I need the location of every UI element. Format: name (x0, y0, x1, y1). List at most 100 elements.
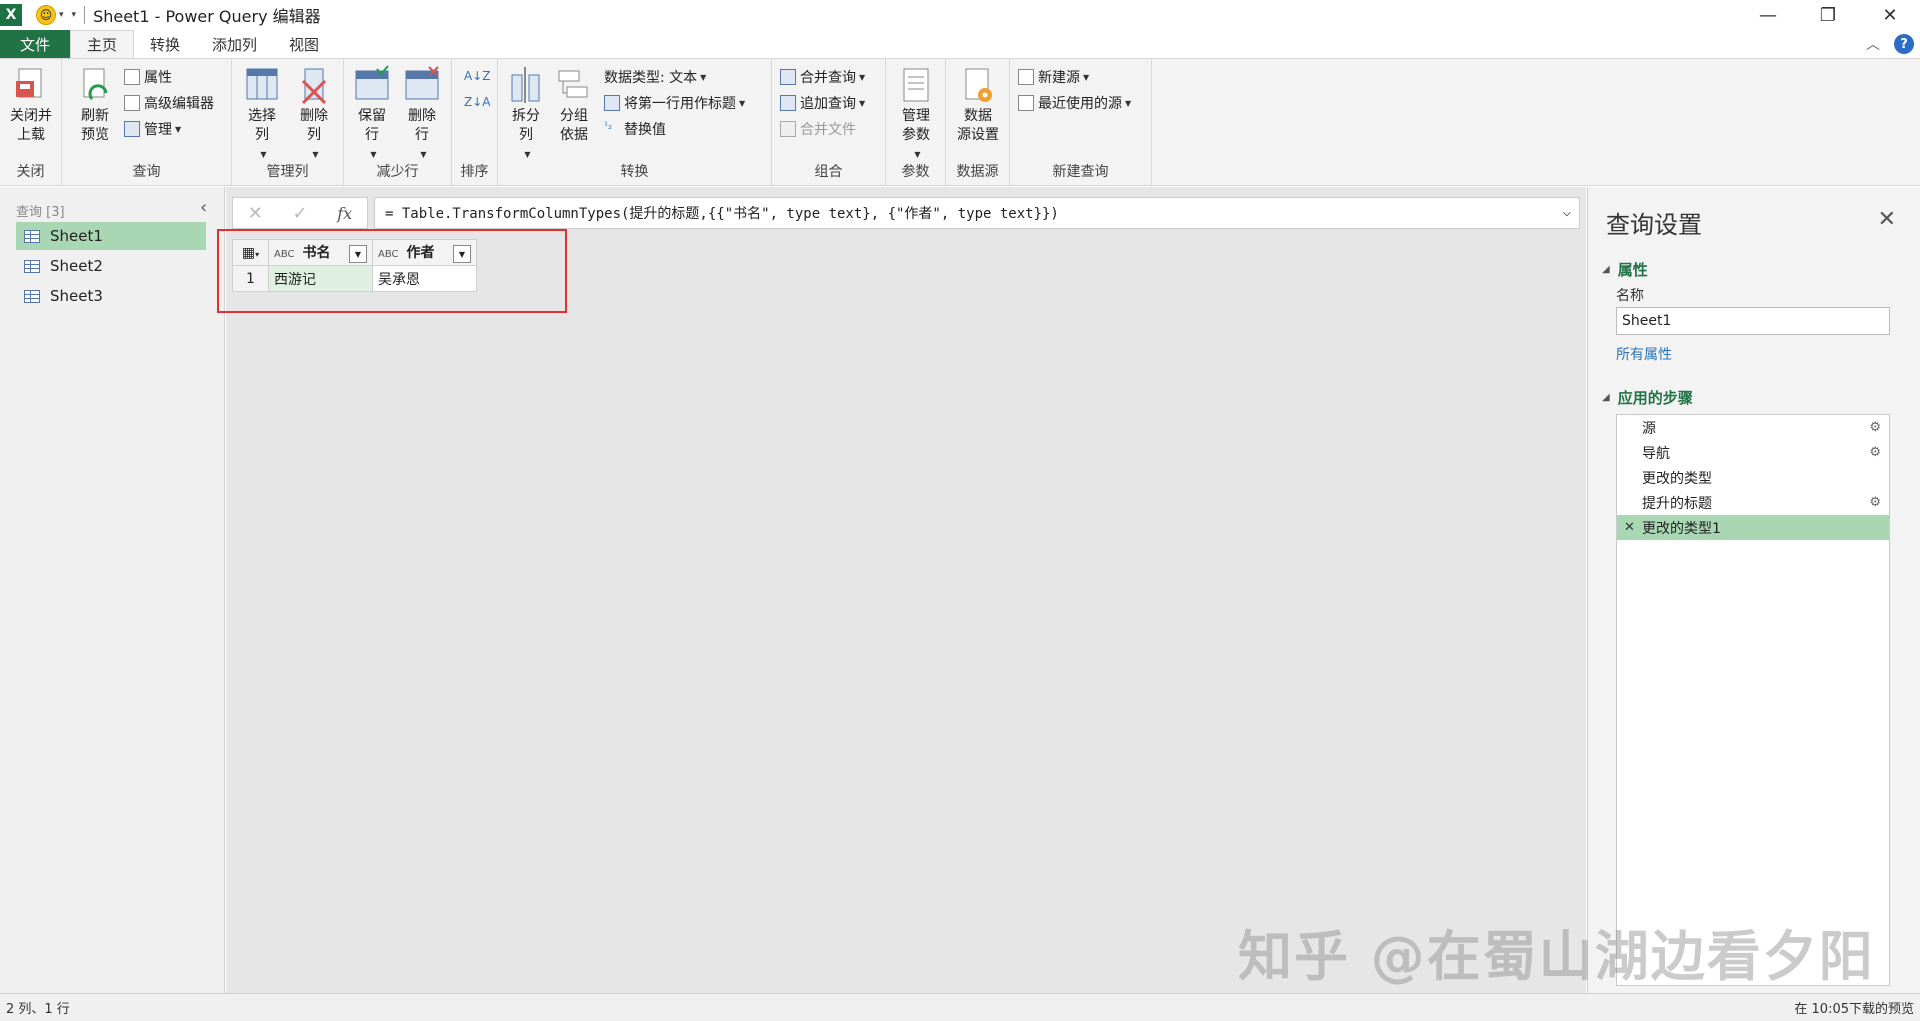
data-type-dropdown[interactable]: 数据类型: 文本 ▼ (604, 66, 706, 88)
collapse-ribbon-icon[interactable]: ︿ (1866, 34, 1880, 54)
applied-steps-section[interactable]: ◢ 应用的步骤 (1602, 387, 1693, 408)
remove-columns-button[interactable]: 删除 列 ▼ (290, 65, 338, 164)
merge-queries-button[interactable]: 合并查询 ▼ (780, 66, 865, 88)
keep-rows-icon (355, 65, 389, 105)
data-source-settings-button[interactable]: 数据 源设置 (950, 65, 1006, 145)
manage-label: 管理 (144, 122, 172, 138)
group-transform-label: 转换 (620, 164, 649, 180)
refresh-preview-button[interactable]: 刷新 预览 (70, 65, 120, 145)
split-column-button[interactable]: 拆分 列 ▼ (506, 65, 546, 164)
gear-icon[interactable]: ⚙ (1869, 420, 1881, 435)
minimize-icon[interactable]: — (1740, 0, 1796, 30)
gear-icon[interactable]: ⚙ (1869, 445, 1881, 460)
cancel-formula-icon[interactable]: ✕ (248, 203, 263, 224)
expand-formula-icon[interactable]: ⌵ (1563, 204, 1571, 220)
tab-transform[interactable]: 转换 (134, 30, 196, 58)
group-parameters: 管理 参数 ▼ 参数 (886, 59, 946, 185)
step-changed-type1[interactable]: ✕ 更改的类型1 (1617, 515, 1889, 540)
remove-columns-icon (297, 65, 331, 105)
replace-values-icon: ¹₂ (604, 121, 613, 132)
group-by-label: 分组 依据 (560, 108, 588, 143)
sort-descending-icon[interactable]: Z↓A (464, 91, 490, 113)
sort-ascending-icon[interactable]: A↓Z (464, 65, 490, 87)
manage-parameters-button[interactable]: 管理 参数 ▼ (890, 65, 942, 164)
recent-sources-button[interactable]: 最近使用的源 ▼ (1018, 92, 1131, 114)
group-sort: A↓Z Z↓A 排序 (452, 59, 498, 185)
applied-steps-list: 源 ⚙ 导航 ⚙ 更改的类型 提升的标题 ⚙ ✕ 更改的类型1 (1616, 414, 1890, 986)
new-source-button[interactable]: 新建源 ▼ (1018, 66, 1089, 88)
group-parameters-label: 参数 (901, 164, 930, 180)
tab-file[interactable]: 文件 (0, 30, 70, 58)
remove-rows-button[interactable]: 删除 行 ▼ (398, 65, 446, 164)
excel-icon: X (0, 4, 22, 26)
quick-access-customize-icon[interactable]: ▾ (72, 10, 77, 20)
close-window-icon[interactable]: ✕ (1862, 0, 1918, 30)
combine-files-button[interactable]: 合并文件 (780, 118, 856, 140)
new-source-icon (1018, 69, 1034, 85)
close-load-button[interactable]: 关闭并 上载 (6, 65, 56, 145)
query-item-sheet2[interactable]: Sheet2 (16, 252, 206, 280)
step-label: 更改的类型 (1642, 470, 1712, 487)
group-by-button[interactable]: 分组 依据 (552, 65, 596, 145)
group-combine: 合并查询 ▼ 追加查询 ▼ 合并文件 组合 (772, 59, 886, 185)
advanced-editor-button[interactable]: 高级编辑器 (124, 92, 214, 114)
watermark-text: 知乎 @在蜀山湖边看夕阳 (1238, 925, 1875, 988)
data-source-settings-icon (961, 65, 995, 105)
step-label: 提升的标题 (1642, 495, 1712, 512)
restore-icon[interactable]: ❐ (1800, 0, 1856, 30)
collapse-triangle-icon: ◢ (1602, 392, 1610, 403)
close-load-label: 关闭并 上载 (10, 108, 52, 143)
delete-step-icon[interactable]: ✕ (1624, 520, 1635, 535)
query-name-input[interactable]: Sheet1 (1616, 307, 1890, 335)
feedback-smiley-icon[interactable]: ☺ (36, 5, 56, 25)
tab-home[interactable]: 主页 (70, 30, 135, 58)
manage-button[interactable]: 管理 ▼ (124, 118, 181, 140)
choose-columns-button[interactable]: 选择 列 ▼ (238, 65, 286, 164)
group-sort-label: 排序 (460, 164, 489, 180)
combine-files-label: 合并文件 (800, 122, 856, 138)
keep-rows-button[interactable]: 保留 行 ▼ (348, 65, 396, 164)
replace-values-button[interactable]: ¹₂ 替换值 (604, 118, 666, 140)
properties-icon (124, 69, 140, 85)
combine-files-icon (780, 121, 796, 137)
gear-icon[interactable]: ⚙ (1869, 495, 1881, 510)
manage-parameters-label: 管理 参数 (902, 108, 930, 143)
table-icon (24, 229, 40, 243)
smiley-dropdown-icon[interactable]: ▾ (59, 10, 64, 20)
keep-rows-label: 保留 行 (358, 108, 386, 143)
append-queries-icon (780, 95, 796, 111)
use-first-row-header-button[interactable]: 将第一行用作标题 ▼ (604, 92, 745, 114)
ribbon-tabs: 文件 主页 转换 添加列 视图 ︿ ? (0, 30, 1920, 58)
step-changed-type[interactable]: 更改的类型 (1617, 465, 1889, 490)
help-icon[interactable]: ? (1894, 34, 1914, 54)
step-source[interactable]: 源 ⚙ (1617, 415, 1889, 440)
properties-button[interactable]: 属性 (124, 66, 172, 88)
refresh-icon (78, 65, 112, 105)
formula-buttons: ✕ ✓ fx (232, 197, 368, 229)
formula-bar[interactable]: = Table.TransformColumnTypes(提升的标题,{{"书名… (374, 197, 1580, 229)
tab-view[interactable]: 视图 (273, 30, 335, 58)
advanced-editor-icon (124, 95, 140, 111)
title-bar: X ☺ ▾ ▾ Sheet1 - Power Query 编辑器 — ❐ ✕ (0, 0, 1920, 30)
status-right: 在 10:05下载的预览 (1794, 1002, 1914, 1017)
table-icon (24, 259, 40, 273)
close-settings-icon[interactable]: ✕ (1878, 207, 1896, 232)
step-navigation[interactable]: 导航 ⚙ (1617, 440, 1889, 465)
query-item-sheet1[interactable]: Sheet1 (16, 222, 206, 250)
queries-header: 查询 [3] (16, 205, 65, 220)
commit-formula-icon[interactable]: ✓ (293, 203, 308, 224)
collapse-queries-icon[interactable]: ‹ (200, 197, 207, 218)
step-promoted-headers[interactable]: 提升的标题 ⚙ (1617, 490, 1889, 515)
refresh-preview-label: 刷新 预览 (81, 108, 109, 143)
tab-add-column[interactable]: 添加列 (196, 30, 273, 58)
all-properties-link[interactable]: 所有属性 (1616, 344, 1672, 364)
append-queries-button[interactable]: 追加查询 ▼ (780, 92, 865, 114)
group-data-sources: 数据 源设置 数据源 (946, 59, 1010, 185)
query-item-sheet3[interactable]: Sheet3 (16, 282, 206, 310)
fx-icon[interactable]: fx (337, 204, 352, 223)
properties-section[interactable]: ◢ 属性 (1602, 259, 1648, 280)
group-new-query: 新建源 ▼ 最近使用的源 ▼ 新建查询 (1010, 59, 1152, 185)
choose-columns-icon (245, 65, 279, 105)
remove-rows-icon (405, 65, 439, 105)
merge-queries-icon (780, 69, 796, 85)
